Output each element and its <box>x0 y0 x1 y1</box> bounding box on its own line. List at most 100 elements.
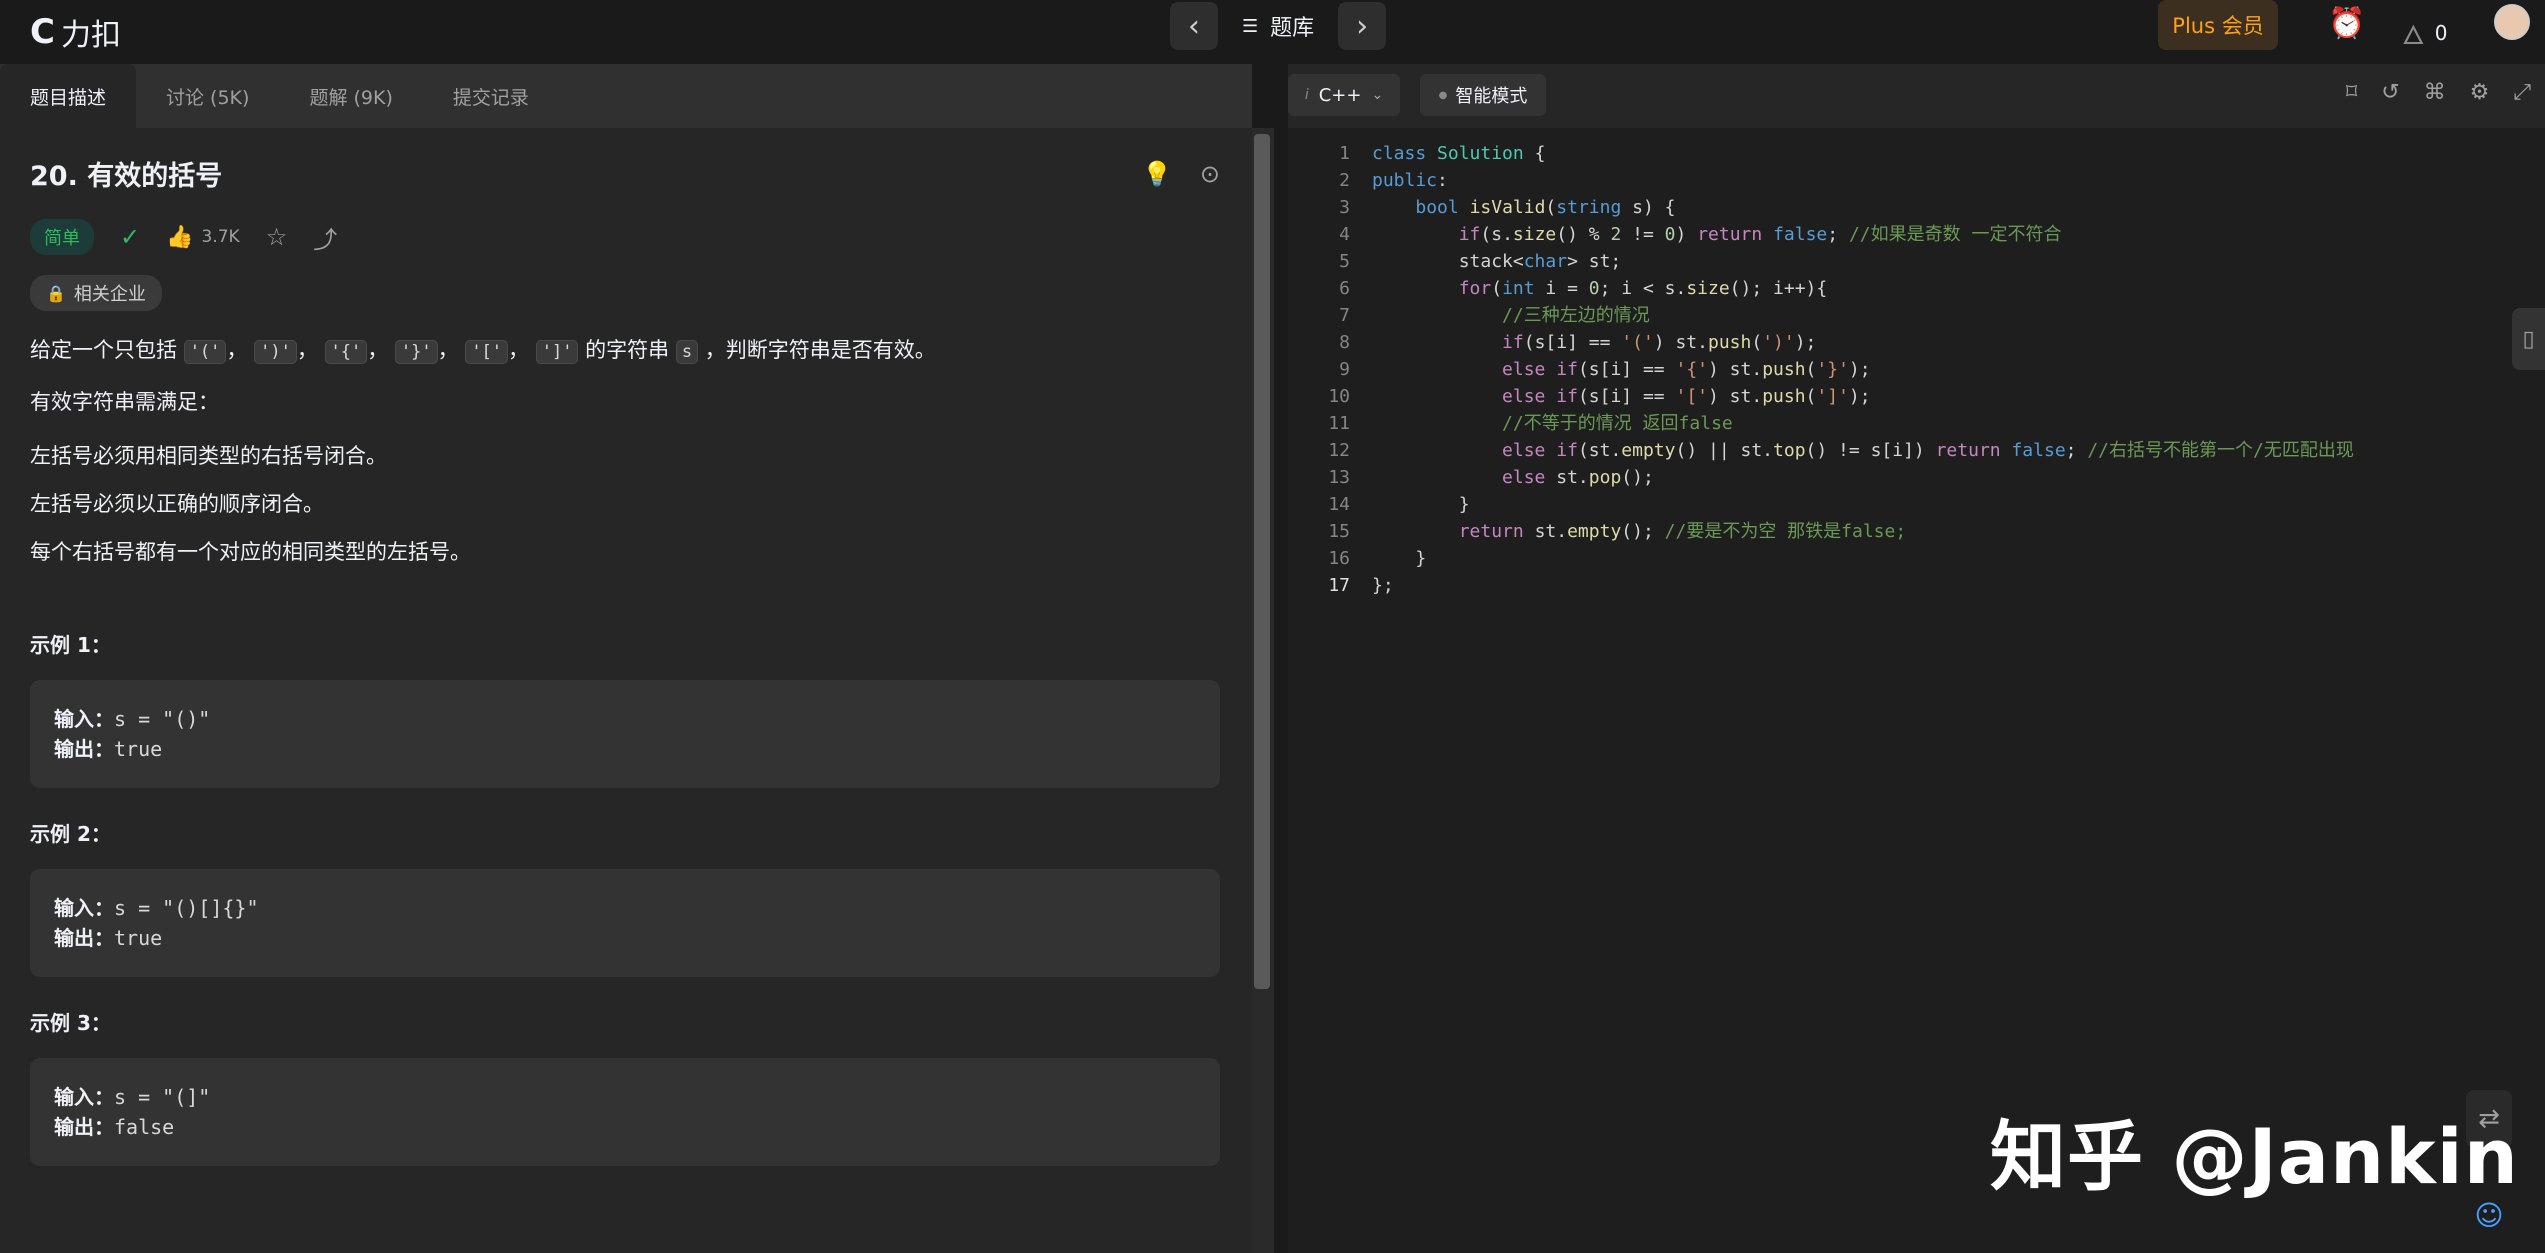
code-editor-panel: i C++ ⌄ ● 智能模式 ⌑ ↺ ⌘ ⚙ ⤢ 1 class Solution… <box>1288 64 2545 1253</box>
desc-sep: ， <box>296 338 318 362</box>
line-number: 6 <box>1339 278 1350 299</box>
line-number: 7 <box>1339 305 1350 326</box>
plus-membership-button[interactable]: Plus 会员 <box>2158 0 2278 50</box>
tab-description[interactable]: 题目描述 <box>0 64 137 128</box>
example-output: true <box>114 926 163 950</box>
fire-icon: 🜂 <box>2402 21 2425 51</box>
inline-code: '(' <box>183 340 227 364</box>
streak-button[interactable]: 🜂 0 <box>2402 6 2447 59</box>
command-icon[interactable]: ⌘ <box>2424 80 2446 105</box>
fullscreen-icon[interactable]: ⤢ <box>2513 80 2531 105</box>
pane-resize-handle[interactable] <box>1274 64 1288 1253</box>
line-number: 17 <box>1328 575 1350 596</box>
logo-text: 力扣 <box>60 18 121 53</box>
rule-item: 左括号必须以正确的顺序闭合。 <box>30 492 324 516</box>
line-number: 9 <box>1339 359 1350 380</box>
code-line: 9 else if(s[i] == '{') st.push('}'); <box>1288 356 2545 383</box>
editor-toolbar: i C++ ⌄ ● 智能模式 ⌑ ↺ ⌘ ⚙ ⤢ <box>1288 64 2545 128</box>
reset-icon[interactable]: ↺ <box>2381 80 2399 105</box>
code-line: 1 class Solution { <box>1288 140 2545 167</box>
line-number: 5 <box>1339 251 1350 272</box>
problem-meta: 简单 ✓ 👍 3.7K ☆ ⤴ <box>30 219 1220 255</box>
code-line: 2 public: <box>1288 167 2545 194</box>
code-line: 6 for(int i = 0; i < s.size(); i++){ <box>1288 275 2545 302</box>
line-number: 8 <box>1339 332 1350 353</box>
inline-code: '}' <box>394 340 438 364</box>
code-line: 15 return st.empty(); //要是不为空 那铁是false; <box>1288 518 2545 545</box>
valid-heading: 有效字符串需满足： <box>30 390 219 414</box>
list-icon: ☰ <box>1242 15 1259 37</box>
info-icon: i <box>1304 87 1309 103</box>
line-number: 13 <box>1328 467 1350 488</box>
top-navbar: C 力扣 ‹ ☰ 题库 › Plus 会员 ⏰ 🜂 0 <box>0 0 2545 64</box>
line-number: 15 <box>1328 521 1350 542</box>
code-area[interactable]: 1 class Solution { 2 public: 3 bool isVali… <box>1288 140 2545 599</box>
code-line: 7 //三种左边的情况 <box>1288 302 2545 329</box>
output-label: 输出： <box>54 1115 114 1139</box>
code-line: 10 else if(s[i] == '[') st.push(']'); <box>1288 383 2545 410</box>
lightbulb-icon[interactable]: 💡 <box>1142 160 1172 188</box>
tab-discussion[interactable]: 讨论 (5K) <box>136 64 279 128</box>
desc-sep: ， <box>437 338 459 362</box>
line-number: 14 <box>1328 494 1350 515</box>
chevron-down-icon: ⌄ <box>1371 87 1384 103</box>
settings-gear-icon[interactable]: ⚙ <box>2470 80 2490 105</box>
code-line: 14 } <box>1288 491 2545 518</box>
problem-title: 20. 有效的括号 <box>30 161 223 192</box>
smart-mode-button[interactable]: ● 智能模式 <box>1420 74 1546 116</box>
chevron-right-icon: › <box>1356 8 1369 44</box>
tab-solutions[interactable]: 题解 (9K) <box>279 64 422 128</box>
code-line: 13 else st.pop(); <box>1288 464 2545 491</box>
input-label: 输入： <box>54 896 114 920</box>
problem-content: 20. 有效的括号 💡 ⊙ 简单 ✓ 👍 3.7K ☆ ⤴ 🔒 相关企业 给定一… <box>30 154 1220 1166</box>
output-label: 输出： <box>54 926 114 950</box>
example-input: s = "(]" <box>114 1085 211 1109</box>
line-number: 12 <box>1328 440 1350 461</box>
output-label: 输出： <box>54 737 114 761</box>
language-label: C++ <box>1318 84 1362 106</box>
prev-problem-button[interactable]: ‹ <box>1170 2 1218 50</box>
problemset-link[interactable]: ☰ 题库 <box>1232 10 1324 42</box>
alarm-clock-icon[interactable]: ⏰ <box>2328 6 2365 41</box>
thumbs-up-icon: 👍 <box>166 224 194 250</box>
document-icon: ▯ <box>2522 326 2535 352</box>
solved-check-icon: ✓ <box>120 223 141 251</box>
line-number: 10 <box>1328 386 1350 407</box>
title-actions: 💡 ⊙ <box>1142 160 1220 188</box>
example-input: s = "()" <box>114 707 211 731</box>
code-line: 11 //不等于的情况 返回false <box>1288 410 2545 437</box>
avatar[interactable] <box>2494 4 2530 40</box>
example-output: false <box>114 1115 175 1139</box>
more-options-icon[interactable]: ⊙ <box>1200 160 1220 188</box>
inline-code: ']' <box>535 340 579 364</box>
desc-sep: ， <box>367 338 389 362</box>
star-icon[interactable]: ☆ <box>266 223 288 251</box>
desc-sep: ， <box>226 338 248 362</box>
share-icon[interactable]: ⤴ <box>313 220 337 255</box>
rule-item: 左括号必须用相同类型的右括号闭合。 <box>30 444 387 468</box>
example-title: 示例 1： <box>30 633 111 657</box>
language-select[interactable]: i C++ ⌄ <box>1288 74 1400 116</box>
chevron-left-icon: ‹ <box>1188 8 1200 44</box>
like-count: 3.7K <box>201 227 240 247</box>
bookmark-icon[interactable]: ⌑ <box>2346 80 2357 105</box>
logo-icon: C <box>30 12 55 52</box>
example-output: true <box>114 737 163 761</box>
zhihu-watermark: 知乎 @Jankin <box>1990 1112 2519 1201</box>
related-companies-button[interactable]: 🔒 相关企业 <box>30 275 162 311</box>
inline-code: '{' <box>324 340 368 364</box>
scrollbar-thumb[interactable] <box>1254 134 1270 989</box>
desc-sep: ， <box>508 338 530 362</box>
notes-side-tab[interactable]: ▯ <box>2512 308 2545 370</box>
like-button[interactable]: 👍 3.7K <box>166 225 240 250</box>
inline-code: s <box>675 340 699 364</box>
problemset-label: 题库 <box>1270 16 1315 41</box>
leetcode-logo[interactable]: C 力扣 <box>30 10 121 54</box>
line-number: 3 <box>1339 197 1350 218</box>
code-line: 5 stack<char> st; <box>1288 248 2545 275</box>
next-problem-button[interactable]: › <box>1338 2 1387 50</box>
tab-submissions[interactable]: 提交记录 <box>423 64 559 128</box>
example-title: 示例 3： <box>30 1011 111 1035</box>
line-number: 2 <box>1339 170 1350 191</box>
example-input: s = "()[]{}" <box>114 896 259 920</box>
